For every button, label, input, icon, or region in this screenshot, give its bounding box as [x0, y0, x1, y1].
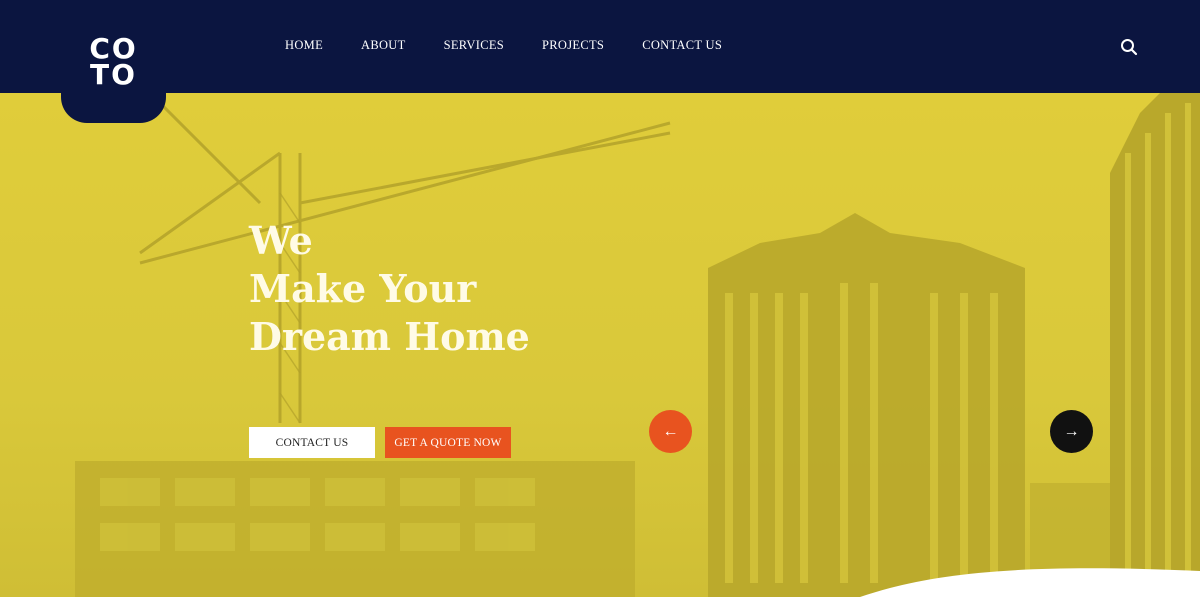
main-nav: HOME ABOUT SERVICES PROJECTS CONTACT US: [285, 38, 760, 53]
search-icon[interactable]: [1120, 38, 1138, 56]
slider-next-button[interactable]: →: [1050, 410, 1093, 453]
construction-background-image: [75, 93, 1200, 597]
nav-services[interactable]: SERVICES: [444, 38, 504, 53]
headline-line-2: Make Your: [249, 266, 477, 311]
contact-us-button[interactable]: CONTACT US: [249, 427, 375, 458]
hero-headline: We Make Your Dream Home: [249, 217, 530, 361]
slider-prev-button[interactable]: ←: [649, 410, 692, 453]
get-quote-button[interactable]: GET A QUOTE NOW: [385, 427, 511, 458]
nav-projects[interactable]: PROJECTS: [542, 38, 604, 53]
site-logo[interactable]: CO TO: [61, 0, 166, 123]
headline-line-1: We: [249, 218, 313, 263]
nav-contact-us[interactable]: CONTACT US: [642, 38, 722, 53]
logo-line-2: TO: [90, 57, 137, 91]
hero-slider: We Make Your Dream Home CONTACT US GET A…: [0, 93, 1200, 597]
nav-about[interactable]: ABOUT: [361, 38, 406, 53]
nav-home[interactable]: HOME: [285, 38, 323, 53]
arrow-right-icon: →: [1063, 422, 1080, 440]
headline-line-3: Dream Home: [249, 314, 530, 359]
site-header: HOME ABOUT SERVICES PROJECTS CONTACT US: [0, 0, 1200, 93]
arrow-left-icon: ←: [662, 422, 679, 440]
